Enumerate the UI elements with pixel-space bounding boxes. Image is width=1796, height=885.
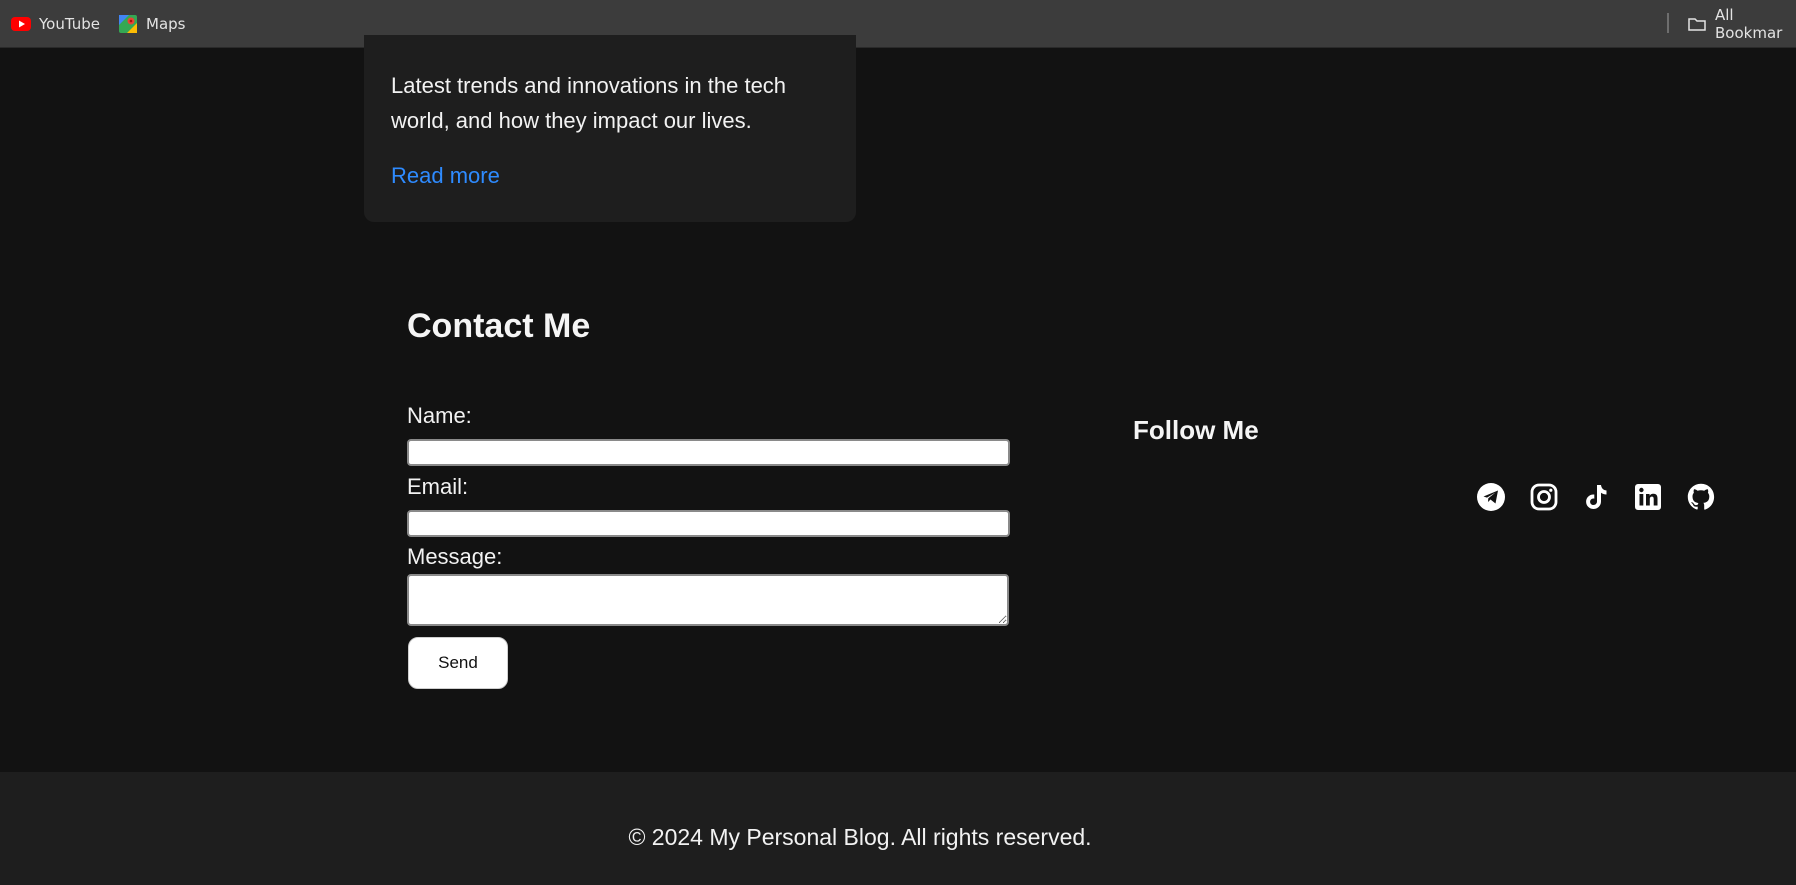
follow-title: Follow Me	[1133, 415, 1259, 445]
all-bookmarks-button[interactable]: All Bookmar	[1687, 6, 1796, 42]
tiktok-icon[interactable]	[1581, 482, 1611, 512]
bookmarks-bar: YouTube Maps All Bookmar	[0, 0, 1796, 48]
bookmark-label: YouTube	[39, 15, 100, 33]
bookmarks-divider	[1667, 13, 1669, 33]
github-icon[interactable]	[1686, 482, 1716, 512]
post-excerpt: Latest trends and innovations in the tec…	[391, 73, 787, 133]
contact-title: Contact Me	[407, 307, 591, 345]
post-card: Latest trends and innovations in the tec…	[364, 35, 856, 222]
footer: © 2024 My Personal Blog. All rights rese…	[0, 772, 1796, 885]
email-input[interactable]	[407, 510, 1010, 537]
linkedin-icon[interactable]	[1633, 482, 1663, 512]
read-more-link[interactable]: Read more	[391, 163, 500, 189]
email-label: Email:	[407, 474, 469, 499]
message-label: Message:	[407, 544, 503, 569]
message-textarea[interactable]	[407, 574, 1009, 626]
name-input[interactable]	[407, 439, 1010, 466]
all-bookmarks-label: All Bookmar	[1715, 6, 1783, 42]
bookmark-label: Maps	[146, 15, 186, 33]
send-button[interactable]: Send	[408, 637, 508, 689]
folder-icon	[1687, 14, 1707, 34]
bookmark-maps[interactable]: Maps	[118, 12, 185, 36]
name-label: Name:	[407, 403, 472, 428]
youtube-icon	[11, 14, 31, 34]
bookmark-youtube[interactable]: YouTube	[11, 12, 100, 36]
copyright-text: © 2024 My Personal Blog. All rights rese…	[628, 824, 1092, 850]
maps-icon	[118, 14, 138, 34]
instagram-icon[interactable]	[1529, 482, 1559, 512]
telegram-icon[interactable]	[1476, 482, 1506, 512]
